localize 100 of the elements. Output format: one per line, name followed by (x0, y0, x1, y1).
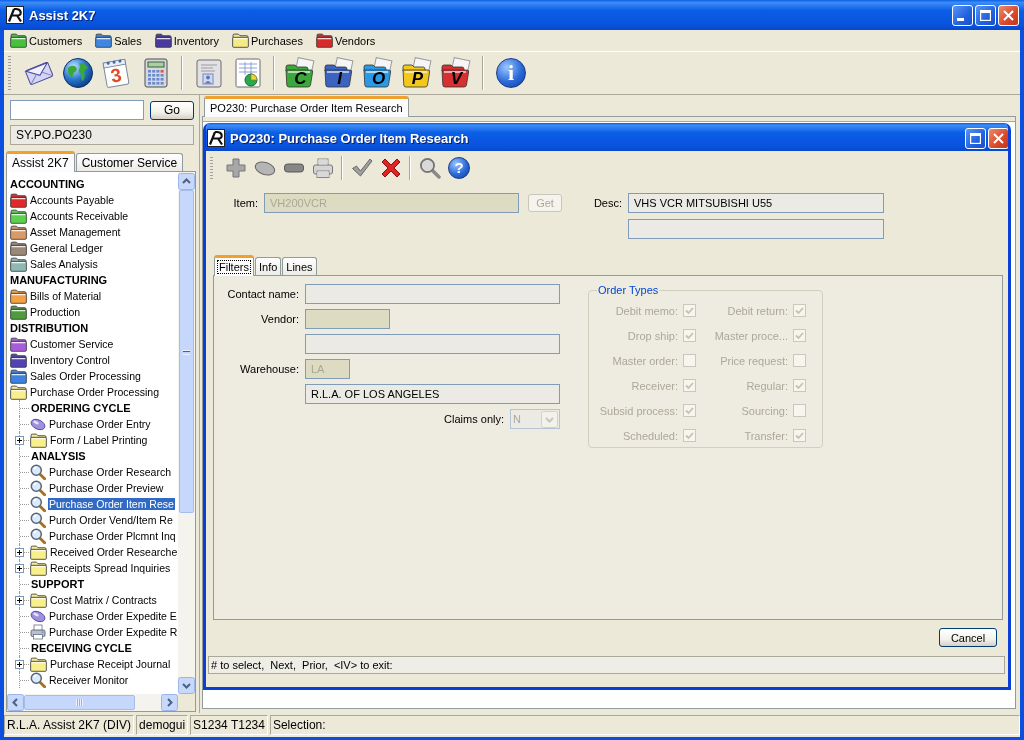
x-mark-icon (379, 156, 402, 179)
tree-item[interactable]: Customer Service (29, 338, 115, 350)
tree-item[interactable]: Form / Label Printing (49, 434, 149, 446)
close-icon (1003, 9, 1014, 21)
scrollbar-corner (178, 694, 195, 711)
expand-button[interactable] (15, 596, 24, 605)
tree-item[interactable]: Purchase Order Item Rese (48, 498, 175, 510)
menu-item[interactable]: Vendors (315, 31, 376, 50)
tab[interactable]: Filters (214, 255, 254, 276)
tab[interactable]: Customer Service (75, 153, 184, 171)
tree-item[interactable]: Purchase Order Preview (48, 482, 165, 494)
tree-item[interactable]: Purchase Order Expedite E (48, 610, 178, 622)
tree-item[interactable]: Sales Analysis (29, 258, 99, 270)
input-field[interactable] (628, 219, 884, 239)
input-field[interactable] (305, 284, 560, 304)
scrollbar-thumb[interactable] (179, 190, 194, 513)
tree-heading: SUPPORT (30, 578, 86, 590)
toolbar-button[interactable] (60, 55, 95, 91)
tree-item[interactable]: Purchase Order Entry (48, 418, 152, 430)
folder-button[interactable]: C (283, 55, 318, 91)
input-field[interactable] (305, 334, 560, 354)
checkbox-label: Master proce... (714, 329, 788, 342)
close-button[interactable] (998, 4, 1019, 26)
tree-item[interactable]: Purchase Order Plcmnt Inq (48, 530, 177, 542)
toolbar-grip[interactable] (8, 56, 11, 90)
expand-button[interactable] (15, 564, 24, 573)
maximize-icon (970, 132, 981, 144)
tree-heading: ANALYSIS (30, 450, 87, 462)
maximize-button[interactable] (975, 4, 996, 26)
calendar-button[interactable]: 3 (99, 55, 134, 91)
tree-item[interactable]: Purchase Receipt Journal (49, 658, 172, 670)
path-field[interactable]: SY.PO.PO230 (10, 125, 194, 145)
input-field[interactable]: R.L.A. OF LOS ANGELES (305, 384, 560, 404)
field-label: Contact name: (227, 288, 299, 300)
tree-heading: DISTRIBUTION (9, 322, 90, 334)
chevron-left-icon[interactable] (7, 694, 24, 711)
tab[interactable]: Assist 2K7 (6, 151, 75, 172)
menu-item[interactable]: Purchases (231, 31, 303, 50)
tree-item[interactable]: Receiver Monitor (48, 674, 130, 686)
tree-item[interactable]: Sales Order Processing (29, 370, 142, 382)
tree-item[interactable]: Purchase Order Processing (29, 386, 160, 398)
chevron-right-icon[interactable] (161, 694, 178, 711)
expand-button[interactable] (15, 548, 24, 557)
chevron-up-icon[interactable] (178, 173, 195, 190)
tree-item[interactable]: Bills of Material (29, 290, 103, 302)
toolbar-grip[interactable] (210, 156, 213, 179)
go-button[interactable]: Go (150, 100, 194, 120)
menu-item[interactable]: Sales (95, 31, 142, 50)
field-label: Vendor: (261, 313, 299, 325)
prompt-bar: # to select, Next, Prior, <IV> to exit: (208, 656, 1005, 674)
field-label: Claims only: (444, 413, 504, 425)
folder-button[interactable]: O (361, 55, 396, 91)
tree-item[interactable]: General Ledger (29, 242, 104, 254)
tree-item[interactable]: Purch Order Vend/Item Re (48, 514, 174, 526)
tree-item[interactable]: Inventory Control (29, 354, 111, 366)
tree-item[interactable]: Accounts Payable (29, 194, 116, 206)
checkbox-label: Subsid process: (599, 404, 678, 417)
folder-button[interactable]: P (400, 55, 435, 91)
expand-button[interactable] (15, 660, 24, 669)
check-icon (350, 156, 373, 179)
tab[interactable]: PO230: Purchase Order Item Research (204, 96, 409, 117)
plus-icon (224, 156, 247, 179)
vertical-scrollbar[interactable] (178, 172, 195, 694)
maximize-button[interactable] (965, 127, 986, 149)
expand-button[interactable] (15, 436, 24, 445)
menu-item[interactable]: Customers (10, 31, 83, 50)
tree-item[interactable]: Asset Management (29, 226, 122, 238)
scrollbar-thumb[interactable] (24, 695, 135, 710)
tree-item[interactable]: Purchase Order Expedite R (48, 626, 178, 638)
status-cell: Selection: (269, 715, 1020, 735)
group-title: Order Types (597, 284, 660, 296)
minimize-button[interactable] (952, 4, 973, 26)
tree-item[interactable]: Production (29, 306, 82, 318)
tree-item[interactable]: Cost Matrix / Contracts (49, 594, 158, 606)
search-icon (30, 496, 46, 512)
horizontal-scrollbar[interactable] (7, 694, 178, 711)
menu-item[interactable]: Inventory (154, 31, 219, 50)
folder-button[interactable]: V (439, 55, 474, 91)
tree-item[interactable]: Received Order Researche (49, 546, 178, 558)
close-button[interactable] (988, 127, 1008, 149)
folder-button[interactable]: I (322, 55, 357, 91)
checkbox-label: Debit memo: (615, 304, 678, 317)
tab[interactable]: Info (254, 257, 282, 275)
maximize-icon (980, 9, 991, 21)
pill-icon (30, 608, 46, 624)
tree-item[interactable]: Receipts Spread Inquiries (49, 562, 172, 574)
printer-icon (30, 624, 46, 640)
tab[interactable]: Lines (282, 257, 317, 275)
search-field[interactable] (10, 100, 144, 120)
chevron-down-icon[interactable] (178, 677, 195, 694)
cancel-button[interactable]: Cancel (939, 628, 997, 647)
checkbox-label: Drop ship: (627, 329, 678, 342)
tree-heading: RECEIVING CYCLE (30, 642, 133, 654)
status-cell: R.L.A. Assist 2K7 (DIV) (4, 715, 135, 735)
input-field[interactable]: VHS VCR MITSUBISHI U55 (628, 193, 884, 213)
pill-icon (30, 416, 46, 432)
checkbox-label: Price request: (720, 354, 788, 367)
search-icon (30, 528, 46, 544)
tree-item[interactable]: Purchase Order Research (48, 466, 172, 478)
tree-item[interactable]: Accounts Receivable (29, 210, 130, 222)
